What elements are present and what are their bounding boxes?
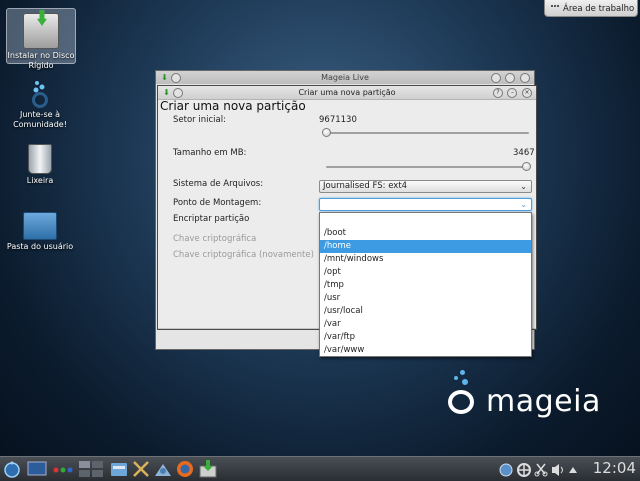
filesystem-label: Sistema de Arquivos: (173, 179, 264, 189)
chevron-down-icon: ⌄ (520, 200, 527, 209)
minimize-button[interactable] (505, 73, 516, 83)
toolbox-icon (551, 5, 559, 13)
close-button[interactable]: × (522, 88, 532, 98)
installer-icon[interactable] (199, 460, 217, 478)
dialog-title: Criar uma nova partição (298, 88, 396, 97)
installer-icon (23, 13, 59, 49)
app-launcher-icon[interactable] (2, 460, 22, 478)
dialog-titlebar[interactable]: ⬇ Criar uma nova partição ? – × (158, 86, 536, 100)
home-folder-icon (23, 212, 57, 240)
start-sector-label: Setor inicial: (173, 115, 226, 125)
dialog-heading: Criar uma nova partição (160, 99, 306, 113)
logo-bubble (454, 376, 458, 380)
file-manager-icon[interactable] (110, 460, 128, 478)
mount-option[interactable]: /usr/local (320, 305, 531, 318)
tools-icon[interactable] (132, 460, 150, 478)
community-icon (27, 78, 53, 108)
help-button[interactable]: ? (492, 88, 503, 98)
activity-icon[interactable] (52, 460, 74, 478)
sticky-button[interactable] (173, 88, 183, 98)
desktop-toolbox-label: Área de trabalho (563, 4, 635, 14)
mount-option[interactable]: /mnt/windows (320, 253, 531, 266)
mount-option[interactable]: /opt (320, 266, 531, 279)
pager-icon[interactable] (78, 460, 104, 478)
filesystem-select-value: Journalised FS: ext4 (323, 181, 408, 191)
mount-option[interactable]: /boot (320, 227, 531, 240)
logo-bubble (462, 379, 468, 385)
mount-option[interactable]: /usr (320, 292, 531, 305)
size-value: 3467 (513, 148, 535, 158)
taskbar: 12:04 (0, 456, 640, 481)
scissors-icon[interactable] (534, 460, 548, 478)
start-sector-value: 9671130 (319, 115, 357, 125)
close-button[interactable] (520, 73, 530, 83)
help-button[interactable] (490, 73, 501, 83)
window-title: Mageia Live (321, 73, 369, 82)
update-icon[interactable] (516, 460, 532, 478)
mount-point-label: Ponto de Montagem: (173, 198, 262, 208)
installer-icon: ⬇ (163, 88, 170, 97)
mount-option[interactable]: /var/ftp (320, 331, 531, 344)
start-sector-slider[interactable] (326, 132, 529, 134)
sticky-button[interactable] (171, 73, 181, 83)
network-icon[interactable] (498, 460, 514, 478)
trash-icon (28, 144, 52, 174)
desktop-icon-label: Lixeira (26, 176, 54, 185)
size-slider[interactable] (326, 166, 529, 168)
installer-icon: ⬇ (161, 73, 168, 82)
encryption-key-label: Chave criptográfica (173, 234, 257, 244)
mount-point-combo[interactable]: ⌄ (319, 198, 532, 211)
chevron-down-icon: ⌄ (520, 182, 527, 191)
mount-option-selected[interactable]: /home (320, 240, 531, 253)
desktop-icon-label: Junte-se à Comunidade! (13, 110, 67, 129)
desktop-toolbox-button[interactable]: Área de trabalho (544, 0, 638, 17)
desktop-icon-label: Instalar no Disco Rígido (7, 51, 75, 70)
show-desktop-icon[interactable] (27, 460, 47, 478)
arrow-up-icon[interactable] (568, 460, 578, 478)
mount-option[interactable]: /var (320, 318, 531, 331)
encryption-key-repeat-label: Chave criptográfica (novamente) (173, 250, 314, 260)
size-label: Tamanho em MB: (173, 148, 247, 158)
start-sector-slider-handle[interactable] (322, 128, 331, 137)
mount-option-empty[interactable] (320, 214, 531, 227)
logo-bubble (460, 370, 465, 375)
firefox-icon[interactable] (176, 460, 194, 478)
display-icon[interactable] (154, 460, 172, 478)
desktop-icon-trash[interactable]: Lixeira (6, 140, 74, 186)
desktop-icon-label: Pasta do usuário (6, 242, 74, 251)
desktop-icon-installer[interactable]: Instalar no Disco Rígido (6, 8, 76, 70)
mount-option[interactable]: /tmp (320, 279, 531, 292)
minimize-button[interactable]: – (507, 88, 518, 98)
clock[interactable]: 12:04 (593, 459, 636, 477)
filesystem-select[interactable]: Journalised FS: ext4 ⌄ (319, 180, 532, 193)
size-slider-handle[interactable] (522, 162, 531, 171)
desktop-icon-home-folder[interactable]: Pasta do usuário (6, 208, 74, 252)
mount-option[interactable]: /var/www (320, 344, 531, 357)
volume-icon[interactable] (550, 460, 566, 478)
logo-wordmark: mageia (486, 384, 601, 419)
desktop-icon-community[interactable]: Junte-se à Comunidade! (6, 74, 74, 130)
mageia-logo: mageia (448, 368, 618, 428)
logo-ring (448, 390, 474, 414)
encrypt-label[interactable]: Encriptar partição (173, 214, 249, 224)
window-titlebar[interactable]: ⬇ Mageia Live (156, 71, 534, 84)
mount-point-dropdown-list[interactable]: /boot /home /mnt/windows /opt /tmp /usr … (319, 212, 532, 357)
